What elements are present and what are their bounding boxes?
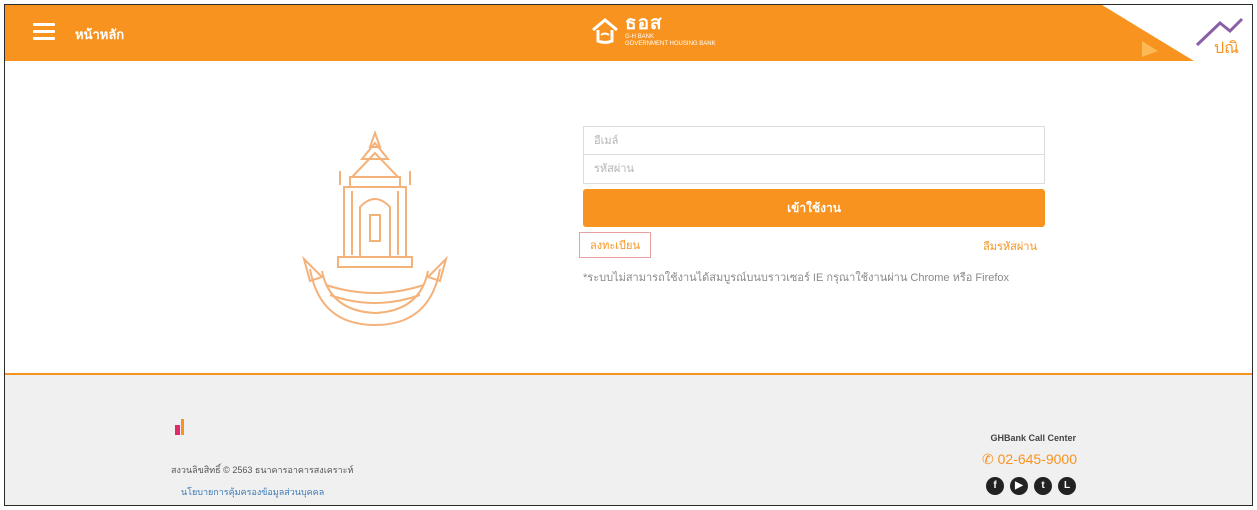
phone-number: 02-645-9000 [997,451,1077,467]
privacy-policy-link[interactable]: นโยบายการคุ้มครองข้อมูลส่วนบุคคล [181,485,324,499]
footer-logo-icon [175,419,184,435]
line-icon[interactable]: L [1058,477,1076,495]
facebook-icon[interactable]: f [986,477,1004,495]
main-content: เข้าใช้งาน ลงทะเบียน ลืมรหัสผ่าน *ระบบไม… [5,61,1252,373]
hamburger-menu-icon[interactable] [33,23,55,41]
social-links: f ▶ t L [986,477,1076,495]
phone-icon: ✆ [981,451,994,467]
browser-notice: *ระบบไม่สามารถใช้งานได้สมบูรณ์บนบราวเซอร… [583,272,1010,284]
footer: สงวนลิขสิทธิ์ © 2563 ธนาคารอาคารสงเคราะห… [5,373,1252,505]
login-links: ลงทะเบียน ลืมรหัสผ่าน [579,232,1045,258]
call-center-label: GHBank Call Center [990,433,1076,443]
corner-badge: ปณิ [1102,5,1252,61]
login-form: เข้าใช้งาน ลงทะเบียน ลืมรหัสผ่าน *ระบบไม… [579,126,1045,287]
email-input[interactable] [583,126,1045,155]
login-button[interactable]: เข้าใช้งาน [583,189,1045,227]
house-logo-icon [592,18,618,44]
logo-text: ธอส [625,13,663,34]
top-bar: หน้าหลัก ธอส G-H BANK GOVERNMENT HOUSING… [5,5,1252,61]
register-link[interactable]: ลงทะเบียน [579,232,651,258]
twitter-icon[interactable]: t [1034,477,1052,495]
corner-badge-text: ปณิ [1214,40,1239,57]
forgot-password-link[interactable]: ลืมรหัสผ่าน [983,237,1037,255]
home-link[interactable]: หน้าหลัก [75,24,124,45]
copyright-text: สงวนลิขสิทธิ์ © 2563 ธนาคารอาคารสงเคราะห… [171,465,354,475]
youtube-icon[interactable]: ▶ [1010,477,1028,495]
logo-sub: G-H BANK [625,34,655,40]
password-input[interactable] [583,155,1045,184]
ghbank-logo[interactable]: ธอส G-H BANK GOVERNMENT HOUSING BANK [590,14,716,48]
logo-tagline: GOVERNMENT HOUSING BANK [625,41,716,47]
bank-emblem-icon [302,130,448,327]
page-frame: หน้าหลัก ธอส G-H BANK GOVERNMENT HOUSING… [4,4,1253,506]
call-center-phone[interactable]: ✆ 02-645-9000 [982,451,1077,468]
